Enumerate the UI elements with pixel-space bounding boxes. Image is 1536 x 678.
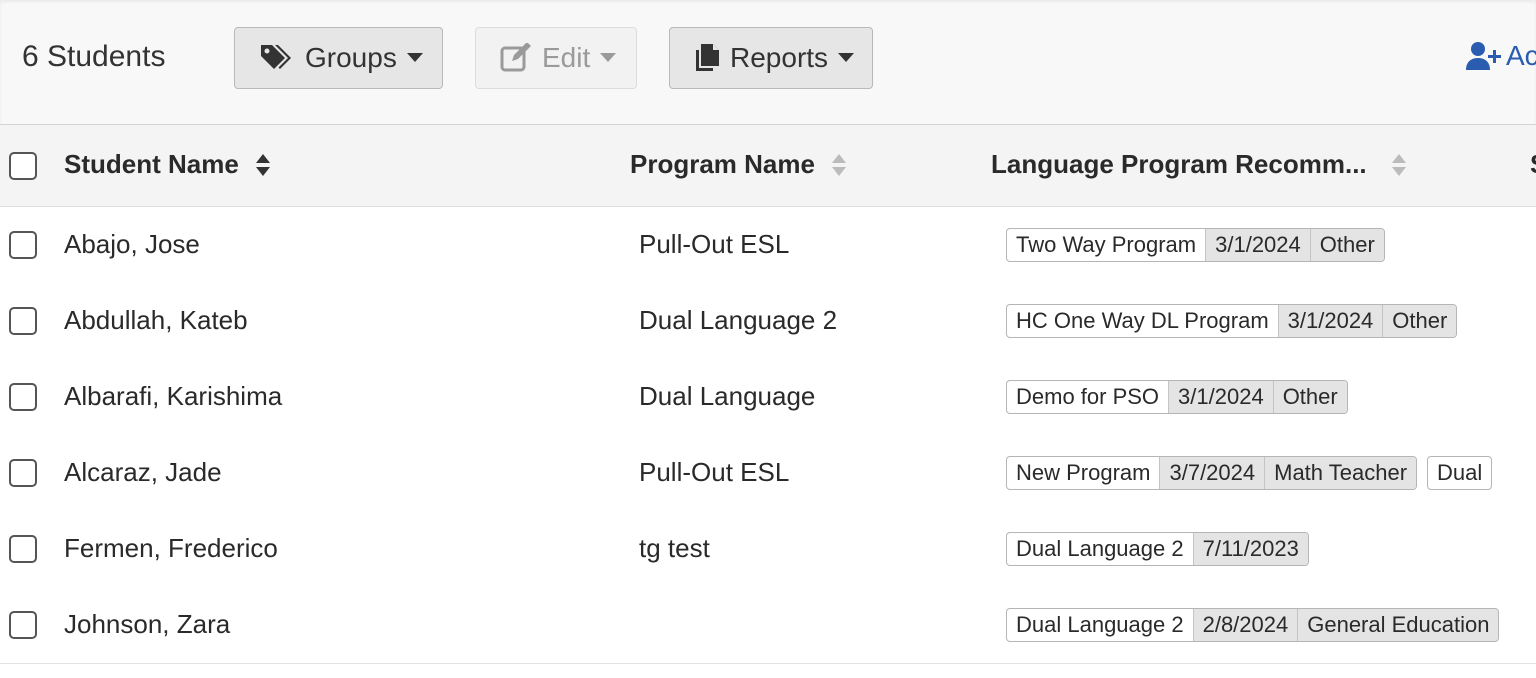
student-name[interactable]: Abdullah, Kateb — [64, 305, 248, 336]
tag-source: Math Teacher — [1264, 457, 1417, 489]
recommendations: Dual Language 2 7/11/2023 — [1006, 532, 1516, 566]
recommendation-tag: HC One Way DL Program 3/1/2024 Other — [1006, 304, 1458, 338]
tag-program: New Program — [1016, 460, 1151, 485]
tag-program: Dual Language 2 — [1016, 612, 1184, 637]
user-plus-icon — [1466, 41, 1502, 71]
row-checkbox[interactable] — [9, 307, 37, 335]
tag-program: Demo for PSO — [1016, 384, 1160, 409]
tag-program: Dual Language 2 — [1016, 536, 1184, 561]
recommendations: HC One Way DL Program 3/1/2024 Other — [1006, 304, 1516, 338]
groups-label: Groups — [305, 42, 397, 73]
sort-icon — [831, 153, 847, 177]
reports-label: Reports — [730, 42, 829, 73]
recommendation-tag: Dual Language 2 2/8/2024 General Education — [1006, 608, 1500, 642]
tag-date: 3/1/2024 — [1168, 381, 1273, 413]
caret-down-icon — [838, 53, 855, 63]
student-name[interactable]: Alcaraz, Jade — [64, 457, 222, 488]
recommendations: Demo for PSO 3/1/2024 Other — [1006, 380, 1516, 414]
tag-program: Dual — [1437, 460, 1483, 485]
table-row[interactable]: Albarafi, Karishima Dual Language Demo for… — [0, 359, 1536, 436]
recommendations: New Program 3/7/2024 Math Teacher Dual — [1006, 456, 1516, 490]
table-row[interactable]: Abajo, Jose Pull-Out ESL Two Way Program 3/… — [0, 207, 1536, 284]
tag-source: General Education — [1297, 609, 1499, 641]
column-header-program-name[interactable]: Program Name — [630, 149, 847, 180]
student-count: 6 Students — [22, 40, 166, 73]
table-row[interactable]: Fermen, Frederico tg test Dual Language 2 7… — [0, 511, 1536, 588]
tag-source: Other — [1309, 229, 1384, 261]
select-all-checkbox[interactable] — [9, 152, 37, 180]
tag-source: Other — [1272, 381, 1347, 413]
table-row[interactable]: Johnson, Zara Dual Language 2 2/8/2024 Gene… — [0, 587, 1536, 664]
groups-button[interactable]: Groups — [234, 27, 443, 89]
row-checkbox[interactable] — [9, 459, 37, 487]
copy-icon — [694, 43, 720, 73]
column-header-next[interactable]: S — [1530, 149, 1536, 180]
student-name[interactable]: Abajo, Jose — [64, 229, 200, 260]
tag-program: Two Way Program — [1016, 232, 1197, 257]
column-header-student-name[interactable]: Student Name — [64, 149, 271, 180]
row-checkbox[interactable] — [9, 231, 37, 259]
recommendation-tag: Dual — [1427, 456, 1493, 490]
program-name: tg test — [639, 533, 710, 563]
tag-source: Other — [1382, 305, 1457, 337]
edit-icon — [500, 43, 532, 73]
edit-button[interactable]: Edit — [475, 27, 637, 89]
edit-label: Edit — [542, 42, 591, 73]
caret-down-icon — [406, 53, 423, 63]
add-student-label: Ac — [1506, 40, 1536, 71]
sort-icon — [255, 153, 271, 177]
caret-down-icon — [600, 53, 617, 63]
table-header: Student Name Program Name Language Progr… — [0, 125, 1536, 207]
reports-button[interactable]: Reports — [669, 27, 873, 89]
add-student-link[interactable]: Ac — [1466, 40, 1536, 72]
row-checkbox[interactable] — [9, 611, 37, 639]
tag-date: 3/1/2024 — [1277, 305, 1383, 337]
recommendation-tag: New Program 3/7/2024 Math Teacher — [1006, 456, 1418, 490]
tag-date: 3/7/2024 — [1159, 457, 1265, 489]
student-name[interactable]: Johnson, Zara — [64, 609, 230, 640]
recommendations: Dual Language 2 2/8/2024 General Education — [1006, 608, 1516, 642]
program-name: Pull-Out ESL — [639, 229, 790, 259]
recommendation-tag: Dual Language 2 7/11/2023 — [1006, 532, 1309, 566]
student-name[interactable]: Albarafi, Karishima — [64, 381, 282, 412]
recommendations: Two Way Program 3/1/2024 Other — [1006, 228, 1516, 262]
tag-program: HC One Way DL Program — [1016, 308, 1269, 333]
tag-date: 3/1/2024 — [1205, 229, 1310, 261]
tags-icon — [259, 43, 295, 73]
tag-date: 2/8/2024 — [1192, 609, 1298, 641]
recommendation-tag: Demo for PSO 3/1/2024 Other — [1006, 380, 1348, 414]
program-name: Dual Language — [639, 381, 816, 411]
recommendation-tag: Two Way Program 3/1/2024 Other — [1006, 228, 1385, 262]
student-name[interactable]: Fermen, Frederico — [64, 533, 278, 564]
table-row[interactable]: Alcaraz, Jade Pull-Out ESL New Program 3/7/… — [0, 435, 1536, 512]
toolbar: 6 Students Groups Edit Reports Ac — [0, 0, 1536, 125]
row-checkbox[interactable] — [9, 535, 37, 563]
sort-icon — [1391, 153, 1407, 177]
row-checkbox[interactable] — [9, 383, 37, 411]
program-name: Pull-Out ESL — [639, 457, 790, 487]
table-row[interactable]: Abdullah, Kateb Dual Language 2 HC One Way… — [0, 283, 1536, 360]
program-name: Dual Language 2 — [639, 305, 838, 335]
column-header-language-program[interactable]: Language Program Recomm... — [991, 149, 1407, 180]
tag-date: 7/11/2023 — [1192, 533, 1308, 565]
